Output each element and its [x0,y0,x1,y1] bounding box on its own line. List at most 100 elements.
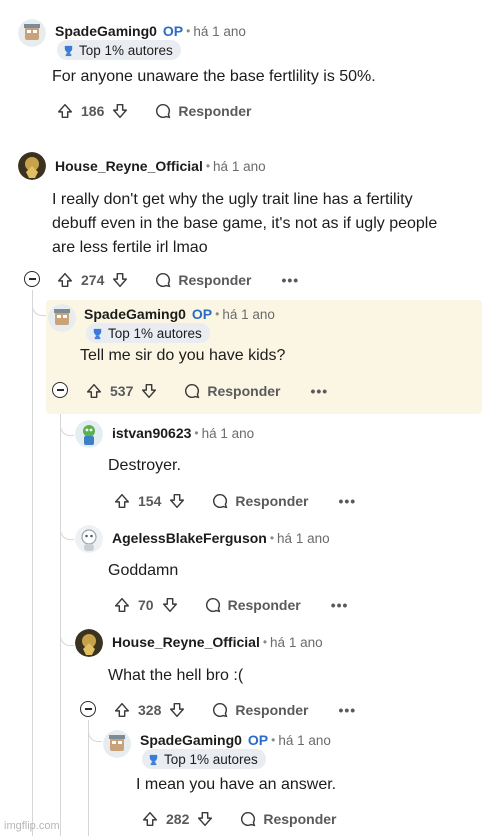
more-options-icon[interactable]: ••• [331,597,349,613]
avatar[interactable] [103,730,131,758]
more-options-icon[interactable]: ••• [310,383,328,399]
author-name[interactable]: House_Reyne_Official [112,634,260,650]
comment-icon [213,702,228,718]
flair-label: Top 1% autores [108,325,202,341]
comment-actions: 154 Responder ••• [112,489,356,513]
comment-actions: 537 Responder ••• [84,379,328,403]
comment-body: Tell me sir do you have kids? [80,347,286,364]
upvote-icon[interactable] [112,595,132,615]
reply-button[interactable]: Responder [211,492,308,510]
avatar[interactable] [18,19,46,47]
op-badge: OP [247,732,269,748]
upvote-icon[interactable] [112,700,132,720]
separator-dot: • [215,307,220,321]
separator-dot: • [186,24,191,38]
avatar[interactable] [18,152,46,180]
downvote-icon[interactable] [160,595,180,615]
timestamp: há 1 ano [222,306,275,322]
comment-header: House_Reyne_Official • há 1 ano [55,158,266,174]
collapse-thread-button[interactable] [52,382,68,398]
upvote-icon[interactable] [55,270,75,290]
downvote-icon[interactable] [167,700,187,720]
comment-header: SpadeGaming0 OP • há 1 ano [84,306,275,322]
comment-icon [185,383,200,399]
upvote-icon[interactable] [84,381,104,401]
more-options-icon[interactable]: ••• [281,272,299,288]
downvote-icon[interactable] [139,381,159,401]
comment-actions: 186 Responder [55,99,251,123]
downvote-icon[interactable] [110,270,130,290]
user-flair: Top 1% autores [57,40,181,60]
avatar[interactable] [75,420,103,448]
timestamp: há 1 ano [270,634,323,650]
thread-line [32,290,33,836]
reply-button[interactable]: Responder [154,102,251,120]
collapse-thread-button[interactable] [24,271,40,287]
avatar[interactable] [75,525,103,553]
comment-icon [156,103,171,119]
downvote-icon[interactable] [110,101,130,121]
upvote-icon[interactable] [140,809,160,829]
collapse-thread-button[interactable] [80,701,96,717]
comment-icon [156,272,171,288]
comment-header: SpadeGaming0 OP • há 1 ano [55,23,246,39]
comment-body: For anyone unaware the base fertlility i… [52,68,376,85]
upvote-icon[interactable] [55,101,75,121]
reply-button[interactable]: Responder [154,271,251,289]
author-name[interactable]: House_Reyne_Official [55,158,203,174]
comment-header: istvan90623 • há 1 ano [112,425,254,441]
author-name[interactable]: istvan90623 [112,425,191,441]
comment-icon [213,493,228,509]
avatar[interactable] [75,629,103,657]
comment-actions: 328 Responder ••• [112,698,356,722]
upvote-icon[interactable] [112,491,132,511]
more-options-icon[interactable]: ••• [338,493,356,509]
flair-label: Top 1% autores [164,751,258,767]
timestamp: há 1 ano [277,530,330,546]
author-name[interactable]: AgelessBlakeFerguson [112,530,267,546]
more-options-icon[interactable]: ••• [338,702,356,718]
reply-button[interactable]: Responder [211,701,308,719]
vote-count: 186 [81,103,105,119]
author-name[interactable]: SpadeGaming0 [55,23,157,39]
vote-count: 537 [110,383,134,399]
separator-dot: • [269,531,275,545]
comment-header: SpadeGaming0 OP • há 1 ano [140,732,331,748]
comment-actions: 70 Responder ••• [112,593,348,617]
watermark: imgflip.com [4,820,60,832]
vote-count: 282 [166,811,190,827]
trophy-icon [149,754,158,765]
thread-connector [88,720,102,742]
trophy-icon [64,45,73,56]
vote-count: 70 [138,597,154,613]
author-name[interactable]: SpadeGaming0 [140,732,242,748]
comment-body: Destroyer. [108,457,181,474]
comment-icon [241,811,256,827]
timestamp: há 1 ano [193,23,246,39]
op-badge: OP [191,306,213,322]
timestamp: há 1 ano [201,425,255,441]
comment-icon [205,597,220,613]
timestamp: há 1 ano [213,158,266,174]
user-flair: Top 1% autores [142,749,266,769]
reply-button[interactable]: Responder [239,810,336,828]
downvote-icon[interactable] [167,491,187,511]
separator-dot: • [194,426,199,440]
avatar[interactable] [48,304,76,332]
comment-header: House_Reyne_Official • há 1 ano [112,634,323,650]
vote-count: 154 [138,493,162,509]
separator-dot: • [205,159,211,173]
vote-count: 274 [81,272,105,288]
comment-header: AgelessBlakeFerguson • há 1 ano [112,530,330,546]
downvote-icon[interactable] [195,809,215,829]
reply-button[interactable]: Responder [204,596,301,614]
comment-actions: 274 Responder ••• [55,268,299,292]
comment-body: I mean you have an answer. [136,776,337,793]
comment-body: What the hell bro :( [108,667,244,684]
separator-dot: • [271,733,276,747]
author-name[interactable]: SpadeGaming0 [84,306,186,322]
op-badge: OP [162,23,184,39]
trophy-icon [93,328,102,339]
reply-button[interactable]: Responder [183,382,280,400]
timestamp: há 1 ano [278,732,331,748]
